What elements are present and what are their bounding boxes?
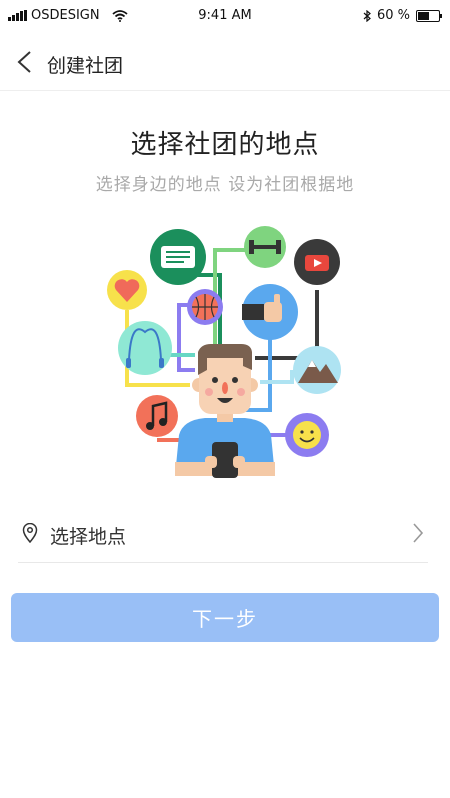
page-title: 选择社团的地点 <box>130 130 320 160</box>
jump-rope-icon <box>118 321 172 375</box>
basketball-icon <box>187 289 223 325</box>
battery-percent: 60 % <box>376 8 410 23</box>
select-location-row[interactable]: 选择地点 <box>18 506 428 563</box>
select-location-label: 选择地点 <box>50 526 127 548</box>
location-pin-icon <box>22 523 38 543</box>
next-step-button[interactable]: 下一步 <box>11 593 439 642</box>
nav-title: 创建社团 <box>47 55 124 77</box>
dumbbell-icon <box>244 226 286 268</box>
battery-icon <box>416 9 442 22</box>
chevron-right-icon <box>413 523 424 543</box>
battery-fill <box>418 11 429 20</box>
status-right: 60 % <box>363 8 442 23</box>
music-note-icon <box>136 395 178 437</box>
page-subtitle: 选择身边的地点 设为社团根据地 <box>95 175 355 195</box>
status-bar: OSDESIGN 9:41 AM 60 % <box>0 0 450 34</box>
video-play-icon <box>294 239 340 285</box>
nav-bar: 创建社团 <box>0 34 450 91</box>
bluetooth-icon <box>363 9 371 22</box>
chevron-left-icon[interactable] <box>14 50 38 74</box>
community-illustration <box>107 226 341 478</box>
heart-icon <box>107 270 147 310</box>
thumbs-up-icon <box>242 284 298 340</box>
smiley-icon <box>285 413 329 457</box>
chat-icon <box>150 229 206 285</box>
mountain-icon <box>293 346 341 394</box>
